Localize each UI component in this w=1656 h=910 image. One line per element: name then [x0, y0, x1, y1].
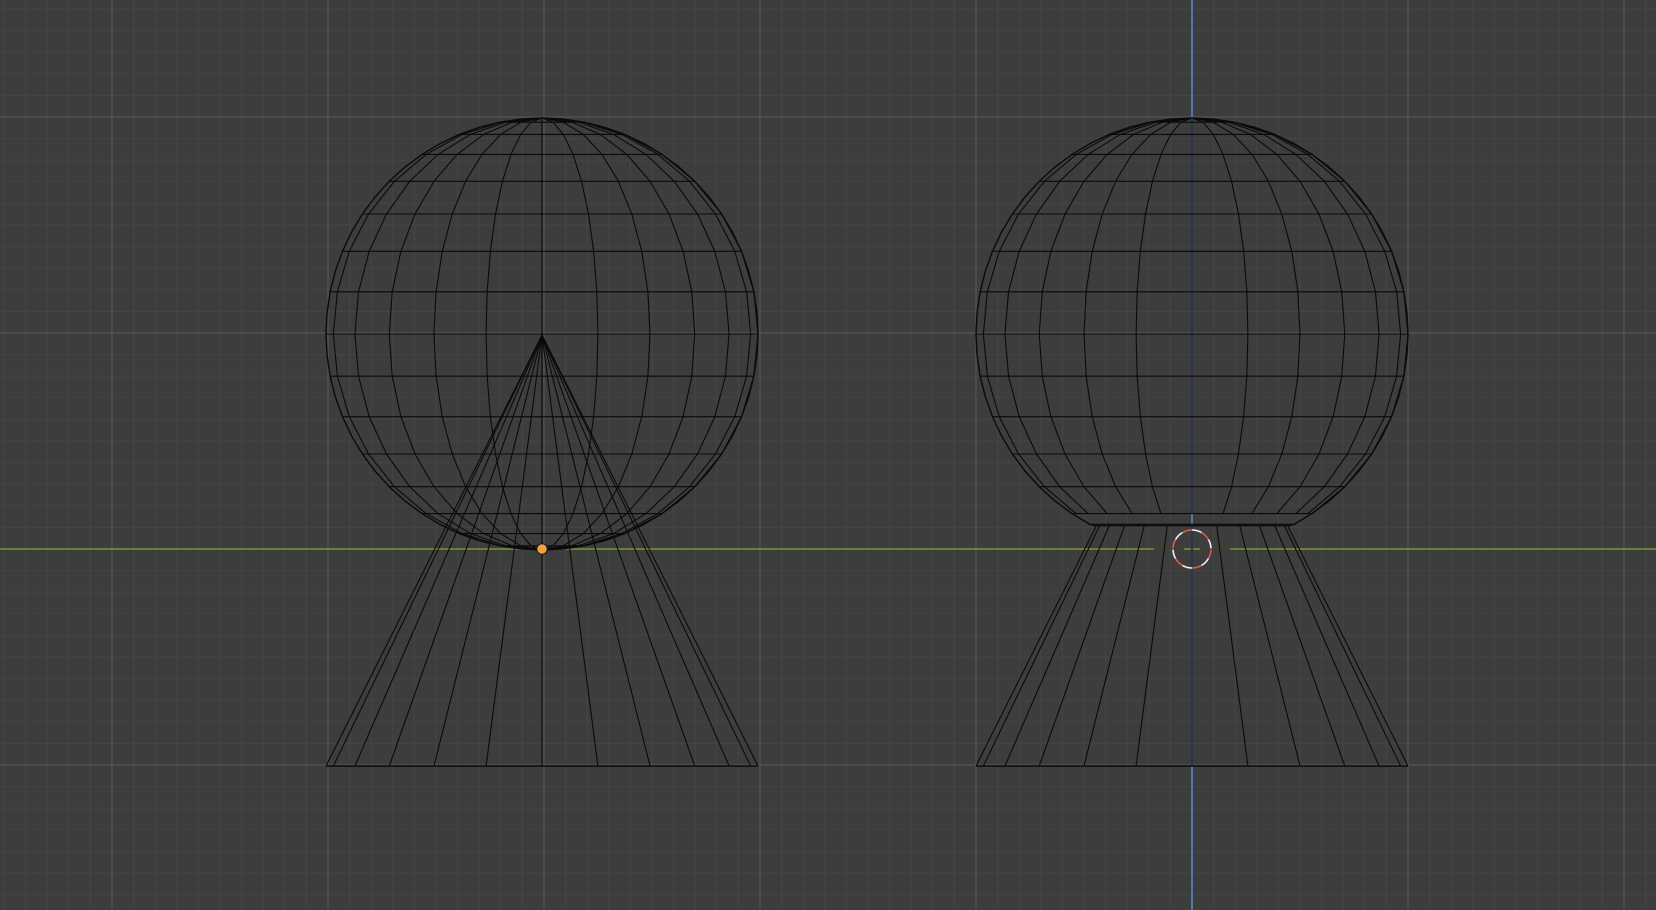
3d-viewport[interactable]: [0, 0, 1656, 910]
origin-point-icon[interactable]: [536, 543, 548, 555]
origin-dot: [536, 543, 548, 555]
